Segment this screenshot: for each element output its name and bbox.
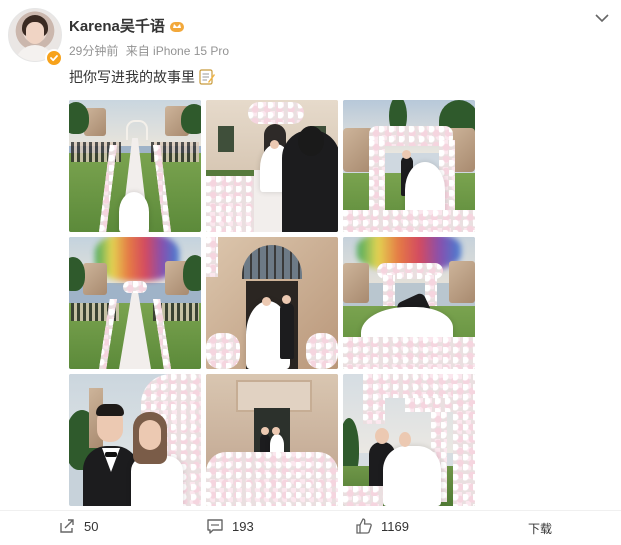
post-meta: 29分钟前 来自 iPhone 15 Pro [69, 42, 233, 59]
photo-couple-balcony[interactable] [206, 374, 338, 506]
comment-count: 193 [232, 518, 254, 534]
memo-icon [198, 68, 216, 86]
crown-icon [169, 19, 185, 33]
photo-bride-villa-entrance[interactable] [206, 100, 338, 232]
action-bar: 50 193 1169 下载 [0, 510, 621, 545]
repost-icon [60, 519, 74, 533]
photo-couple-doorway[interactable] [206, 237, 338, 369]
like-count: 1169 [381, 518, 409, 534]
repost-button[interactable]: 50 [58, 517, 98, 535]
photo-couple-flower-tunnel[interactable] [343, 374, 475, 506]
like-button[interactable]: 1169 [355, 517, 409, 535]
photo-rainbow-kiss[interactable] [343, 237, 475, 369]
photo-flower-arch-couple[interactable] [343, 100, 475, 232]
photo-ceremony-aisle[interactable] [69, 100, 201, 232]
photo-rainbow-smoke-aisle[interactable] [69, 237, 201, 369]
verified-badge-icon [45, 49, 63, 67]
post-text: 把你写进我的故事里 [69, 69, 195, 85]
post-text-row: 把你写进我的故事里 [69, 67, 216, 87]
chevron-down-icon[interactable] [595, 10, 609, 23]
photo-couple-portrait-closeup[interactable] [69, 374, 201, 506]
comment-button[interactable]: 193 [206, 517, 254, 535]
post-source: 来自 iPhone 15 Pro [125, 44, 230, 58]
photo-grid [69, 100, 475, 506]
comment-icon [207, 519, 223, 534]
thumbs-up-icon [356, 518, 372, 534]
username-row: Karena吴千语 [69, 15, 185, 36]
repost-count: 50 [84, 518, 99, 534]
download-button[interactable]: 下载 [528, 520, 552, 537]
post-time[interactable]: 29分钟前 [69, 44, 118, 58]
username[interactable]: Karena吴千语 [69, 15, 165, 36]
